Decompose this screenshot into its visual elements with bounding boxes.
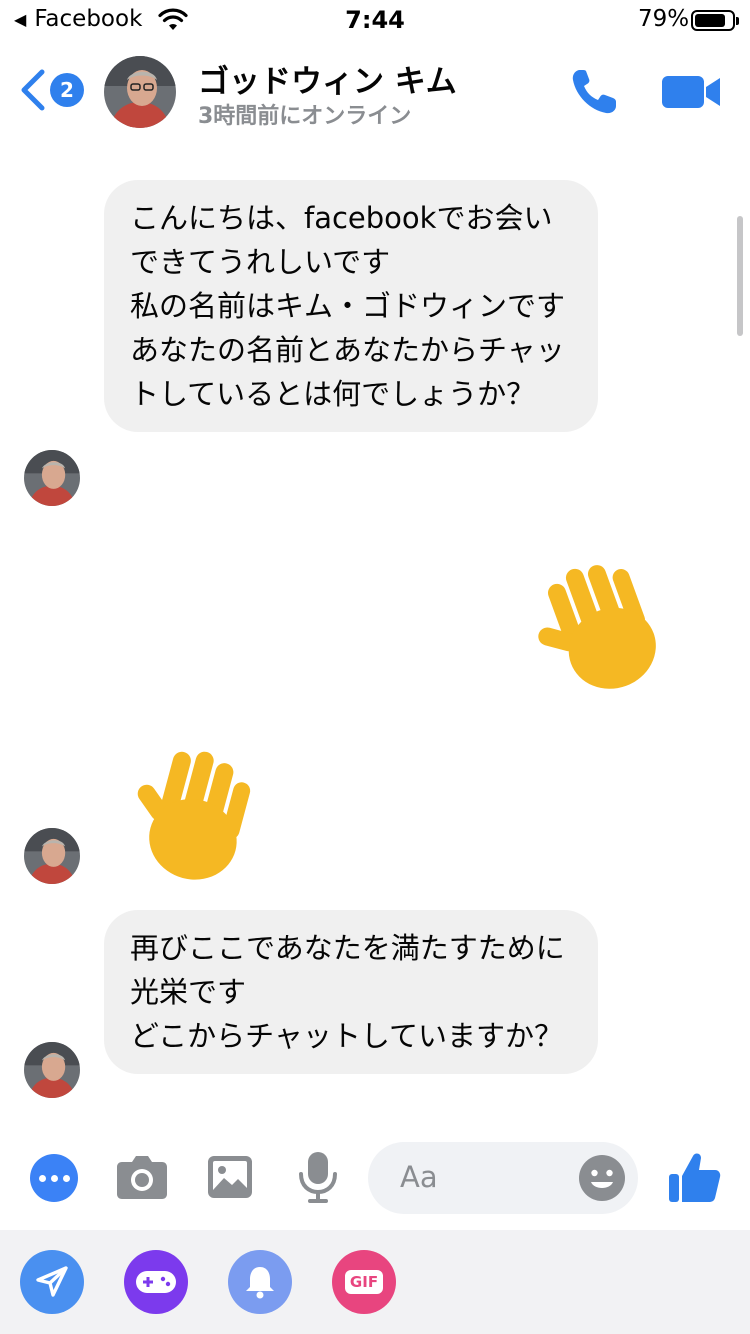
contact-avatar-small <box>24 828 80 884</box>
phone-icon[interactable] <box>566 64 622 120</box>
message-list[interactable]: こんにちは、facebookでお会いできてうれしいです 私の名前はキム・ゴドウィ… <box>0 144 750 1126</box>
message-input[interactable]: Aa <box>368 1142 638 1214</box>
gif-icon: GIF <box>344 1270 384 1294</box>
chevron-left-icon <box>21 69 45 111</box>
unread-count-badge: 2 <box>50 73 84 107</box>
quick-actions-bar: GIF <box>0 1230 750 1334</box>
reminders-button[interactable] <box>228 1250 292 1314</box>
back-triangle-icon: ◀ <box>14 9 27 29</box>
waving-hand-icon[interactable] <box>536 556 686 698</box>
gif-button[interactable]: GIF <box>332 1250 396 1314</box>
camera-icon[interactable] <box>116 1152 168 1202</box>
send-icon <box>36 1266 68 1297</box>
contact-avatar-small <box>24 450 80 506</box>
video-camera-icon[interactable] <box>660 72 722 112</box>
return-to-app-link[interactable]: ◀ Facebook <box>14 6 142 32</box>
thumbs-up-icon[interactable] <box>666 1150 722 1206</box>
message-composer: Aa <box>0 1126 750 1230</box>
microphone-icon[interactable] <box>298 1150 338 1204</box>
battery-percent: 79% <box>638 6 690 32</box>
conversation-header: 2 ゴッドウィン キム 3時間前にオンライン <box>0 40 750 144</box>
battery-icon <box>691 10 739 31</box>
status-bar: ◀ Facebook 7:44 79% <box>0 0 750 40</box>
return-app-label: Facebook <box>34 6 143 32</box>
message-bubble-incoming[interactable]: こんにちは、facebookでお会いできてうれしいです 私の名前はキム・ゴドウィ… <box>104 180 598 432</box>
contact-name[interactable]: ゴッドウィン キム <box>198 56 457 101</box>
emoji-icon[interactable] <box>578 1154 626 1202</box>
contact-avatar[interactable] <box>104 56 176 128</box>
contact-avatar-small <box>24 1042 80 1098</box>
scrollbar[interactable] <box>737 216 743 336</box>
more-icon[interactable] <box>30 1154 78 1202</box>
gallery-icon[interactable] <box>206 1154 254 1200</box>
waving-hand-icon[interactable] <box>122 748 272 890</box>
message-input-placeholder: Aa <box>400 1160 438 1194</box>
games-button[interactable] <box>124 1250 188 1314</box>
message-bubble-incoming[interactable]: 再びここであなたを満たすために光栄です どこからチャットしていますか？ <box>104 910 598 1074</box>
games-icon <box>136 1271 176 1293</box>
wifi-icon <box>158 8 188 30</box>
back-button[interactable]: 2 <box>18 68 84 112</box>
send-location-button[interactable] <box>20 1250 84 1314</box>
bell-icon <box>246 1267 274 1299</box>
online-status: 3時間前にオンライン <box>198 104 412 129</box>
